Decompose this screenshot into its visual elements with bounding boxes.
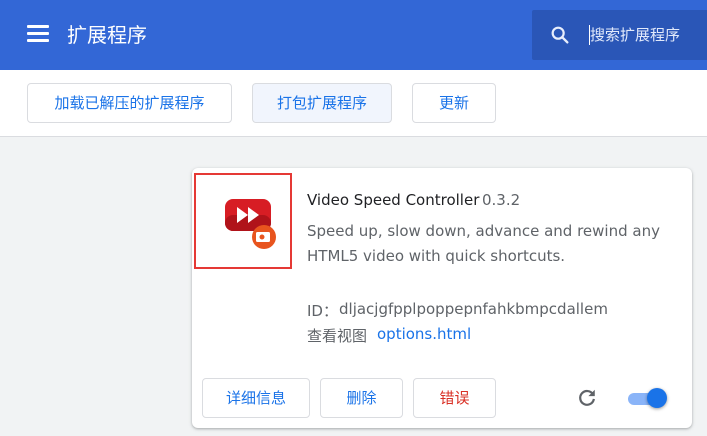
errors-button[interactable]: 错误 — [413, 378, 496, 418]
extension-description: Speed up, slow down, advance and rewind … — [307, 222, 660, 265]
extension-card: Video Speed Controller 0.3.2 Speed up, s… — [192, 168, 692, 428]
extension-name: Video Speed Controller — [307, 191, 480, 209]
search-icon — [551, 26, 569, 44]
enable-toggle[interactable] — [628, 388, 668, 408]
options-page-link[interactable]: options.html — [377, 325, 471, 343]
search-box[interactable] — [532, 10, 707, 60]
toggle-knob — [647, 388, 667, 408]
inspect-views-label: 查看视图 — [307, 327, 368, 345]
page-title: 扩展程序 — [67, 23, 147, 47]
extension-version: 0.3.2 — [482, 191, 521, 209]
menu-icon[interactable] — [27, 25, 49, 45]
app-header: 扩展程序 — [0, 0, 707, 70]
load-unpacked-button[interactable]: 加载已解压的扩展程序 — [27, 83, 232, 123]
update-button[interactable]: 更新 — [412, 83, 496, 123]
details-button[interactable]: 详细信息 — [202, 378, 310, 418]
toolbar: 加载已解压的扩展程序 打包扩展程序 更新 — [0, 70, 707, 137]
pack-extension-button[interactable]: 打包扩展程序 — [252, 83, 392, 123]
extension-id-value: dljacjgfpplpoppepnfahkbmpcdallem — [339, 300, 608, 318]
extension-id-label: ID： — [307, 302, 338, 320]
search-input[interactable] — [590, 23, 705, 47]
reload-icon[interactable] — [576, 387, 598, 409]
video-speed-controller-icon — [225, 199, 276, 249]
remove-button[interactable]: 删除 — [320, 378, 403, 418]
